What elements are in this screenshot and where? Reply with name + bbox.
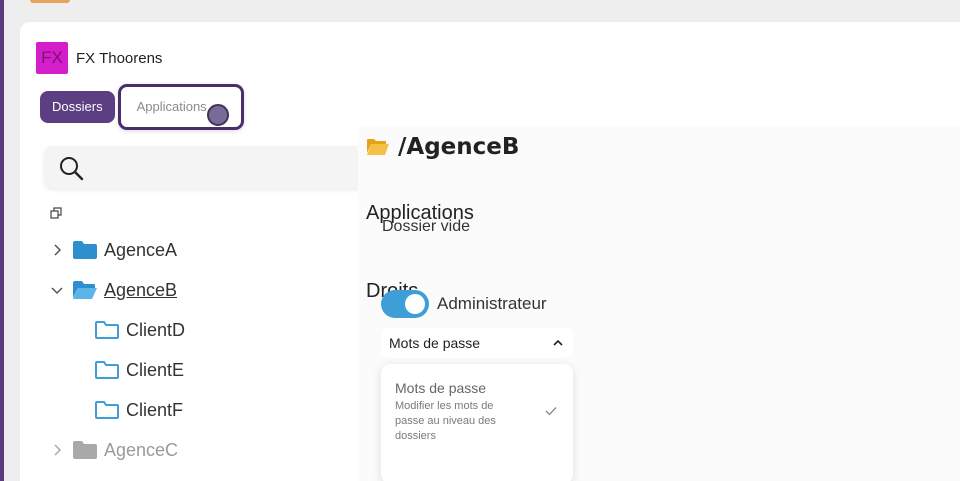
tab-applications-label: Applications (136, 99, 207, 114)
folder-path-title: /AgenceB (366, 134, 519, 160)
option-description: Modifier les mots de passe au niveau des… (395, 400, 496, 442)
tree-item-clientf[interactable]: ClientF (48, 390, 368, 430)
toggle-knob (405, 294, 425, 314)
org-header: FX FX Thoorens (36, 42, 162, 74)
tree-item-agencec[interactable]: AgenceC (48, 430, 368, 470)
folder-open-icon (367, 139, 389, 155)
folder-closed-icon (73, 441, 97, 459)
check-icon (545, 407, 557, 416)
tab-applications[interactable]: Applications (117, 84, 244, 130)
search-input[interactable] (44, 146, 366, 188)
chevron-right-icon[interactable] (50, 443, 64, 457)
chevron-right-icon[interactable] (50, 243, 64, 257)
tree-item-agencea[interactable]: AgenceA (48, 230, 368, 270)
admin-toggle[interactable] (381, 290, 429, 318)
tree-item-label: AgenceC (104, 439, 179, 460)
applications-empty-text: Dossier vide (382, 218, 471, 235)
rights-select[interactable]: Mots de passe (381, 328, 573, 358)
collapse-all-icon[interactable] (50, 207, 62, 219)
admin-toggle-row: Administrateur (381, 290, 547, 318)
tree-item-cliente[interactable]: ClientE (48, 350, 368, 390)
org-name: FX Thoorens (76, 49, 163, 67)
folder-outline-icon (95, 361, 119, 379)
folder-path-text: /AgenceB (398, 134, 520, 160)
tabs: Dossiers Applications (40, 84, 244, 130)
tree-item-agenceb[interactable]: AgenceB (48, 270, 368, 310)
option-title: Mots de passe (395, 380, 487, 396)
rights-dropdown: Mots de passe Modifier les mots de passe… (381, 364, 573, 481)
dropdown-option-passwords[interactable]: Mots de passe Modifier les mots de passe… (395, 380, 559, 444)
tree-item-clientd[interactable]: ClientD (48, 310, 368, 350)
tab-dossiers[interactable]: Dossiers (40, 91, 115, 123)
rights-select-value: Mots de passe (389, 335, 481, 351)
mouse-cursor (206, 104, 229, 126)
top-accent-bar (30, 0, 70, 3)
folder-open-icon (73, 281, 97, 299)
tree-item-label: AgenceA (104, 239, 178, 260)
folder-outline-icon (95, 321, 119, 339)
org-logo: FX (36, 42, 68, 74)
search-icon (60, 157, 84, 181)
folder-closed-icon (73, 241, 97, 259)
tree-item-label: AgenceB (104, 279, 178, 300)
chevron-up-icon (553, 339, 563, 346)
tree-item-label: ClientE (126, 359, 185, 380)
admin-toggle-label: Administrateur (437, 294, 547, 313)
folder-tree: AgenceA AgenceB ClientD ClientE ClientF … (48, 230, 368, 470)
tree-item-label: ClientF (126, 399, 184, 420)
window-left-edge (0, 0, 4, 481)
folder-outline-icon (95, 401, 119, 419)
chevron-down-icon[interactable] (50, 283, 64, 297)
tree-item-label: ClientD (126, 319, 186, 340)
